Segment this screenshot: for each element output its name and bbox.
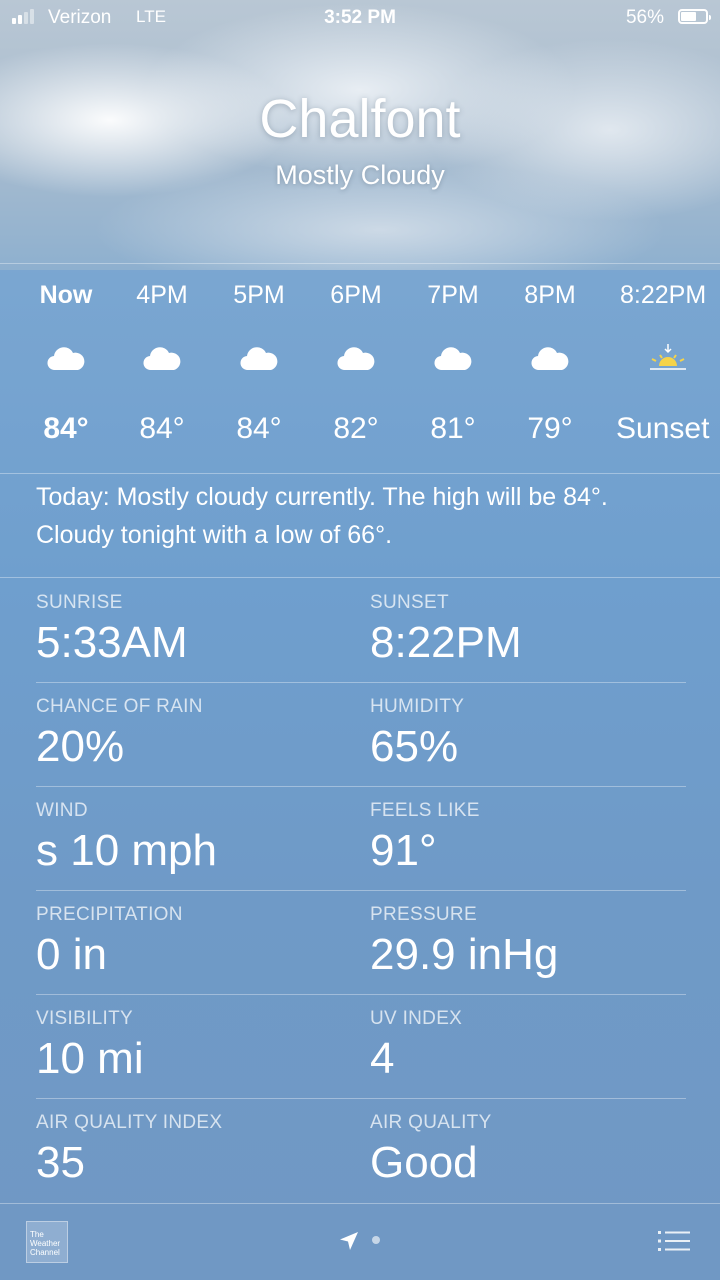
detail-value: 20% <box>36 722 125 771</box>
detail-value: 8:22PM <box>370 618 522 667</box>
detail-pressure: PRESSURE 29.9 inHg <box>370 904 690 980</box>
hour-time: 8PM <box>524 281 576 309</box>
detail-label: PRESSURE <box>370 904 477 925</box>
detail-wind: WIND s 10 mph <box>36 800 356 876</box>
detail-value: 5:33AM <box>36 618 188 667</box>
page-indicator-dot[interactable] <box>372 1236 380 1244</box>
detail-humidity: HUMIDITY 65% <box>370 696 690 772</box>
hour-time: 5PM <box>233 281 285 309</box>
hour-time: 4PM <box>136 281 188 309</box>
hour-temp: 84° <box>43 412 89 445</box>
detail-visibility: VISIBILITY 10 mi <box>36 1008 356 1084</box>
daily-summary: Today: Mostly cloudy currently. The high… <box>36 483 608 549</box>
detail-value: 10 mi <box>36 1034 144 1083</box>
cloud-icon <box>337 347 375 371</box>
cloud-icon <box>531 347 569 371</box>
detail-sunrise: SUNRISE 5:33AM <box>36 592 356 668</box>
status-bar: Verizon LTE 3:52 PM 56% <box>0 0 720 36</box>
sunset-icon <box>650 344 686 370</box>
detail-feels-like: FEELS LIKE 91° <box>370 800 690 876</box>
detail-value: 91° <box>370 826 437 875</box>
detail-precipitation: PRECIPITATION 0 in <box>36 904 356 980</box>
logo-text: The Weather Channel <box>30 1230 61 1257</box>
detail-value: s 10 mph <box>36 826 217 875</box>
cloud-icon <box>143 347 181 371</box>
city-name: Chalfont <box>259 89 461 149</box>
detail-label: PRECIPITATION <box>36 904 183 925</box>
hour-time: Now <box>39 281 93 309</box>
detail-label: AIR QUALITY <box>370 1112 492 1133</box>
detail-value: 65% <box>370 722 459 771</box>
row-divider <box>36 994 686 995</box>
detail-label: WIND <box>36 800 88 821</box>
detail-air-quality-index: AIR QUALITY INDEX 35 <box>36 1112 356 1188</box>
hour-time: 8:22PM <box>620 281 707 309</box>
battery-icon <box>678 9 711 24</box>
detail-air-quality: AIR QUALITY Good <box>370 1112 690 1188</box>
hour-time: 6PM <box>330 281 382 309</box>
divider <box>0 577 720 578</box>
row-divider <box>36 786 686 787</box>
bottom-toolbar: The Weather Channel <box>0 1204 720 1280</box>
detail-label: HUMIDITY <box>370 696 465 717</box>
detail-uv-index: UV INDEX 4 <box>370 1008 690 1084</box>
detail-sunset: SUNSET 8:22PM <box>370 592 690 668</box>
detail-value: 35 <box>36 1138 85 1187</box>
status-time: 3:52 PM <box>324 7 396 28</box>
detail-value: 0 in <box>36 930 107 979</box>
location-arrow-icon[interactable] <box>338 1230 360 1252</box>
detail-label: CHANCE OF RAIN <box>36 696 203 717</box>
hour-temp: 84° <box>236 412 282 445</box>
detail-label: VISIBILITY <box>36 1008 133 1029</box>
list-icon[interactable] <box>658 1228 690 1254</box>
hour-temp: 82° <box>333 412 379 445</box>
current-condition: Mostly Cloudy <box>275 160 445 190</box>
detail-label: AIR QUALITY INDEX <box>36 1112 223 1133</box>
detail-value: Good <box>370 1138 478 1187</box>
hourly-forecast[interactable]: Now 84° 4PM 84° 5PM 84° 6PM 82° 7PM 81° … <box>0 264 720 472</box>
hour-temp: 84° <box>139 412 185 445</box>
detail-value: 29.9 inHg <box>370 930 559 979</box>
detail-label: SUNSET <box>370 592 449 613</box>
hour-temp: 81° <box>430 412 476 445</box>
detail-value: 4 <box>370 1034 395 1083</box>
divider <box>0 473 720 474</box>
hour-time: 7PM <box>427 281 479 309</box>
row-divider <box>36 890 686 891</box>
hour-temp: Sunset <box>616 412 710 445</box>
cloud-icon <box>434 347 472 371</box>
detail-label: SUNRISE <box>36 592 123 613</box>
cloud-icon <box>47 347 85 371</box>
cloud-icon <box>240 347 278 371</box>
detail-label: FEELS LIKE <box>370 800 480 821</box>
row-divider <box>36 1098 686 1099</box>
weather-channel-logo[interactable]: The Weather Channel <box>26 1221 68 1263</box>
row-divider <box>36 682 686 683</box>
hour-temp: 79° <box>527 412 573 445</box>
detail-chance-of-rain: CHANCE OF RAIN 20% <box>36 696 356 772</box>
detail-label: UV INDEX <box>370 1008 463 1029</box>
battery-percent: 56% <box>625 7 664 28</box>
